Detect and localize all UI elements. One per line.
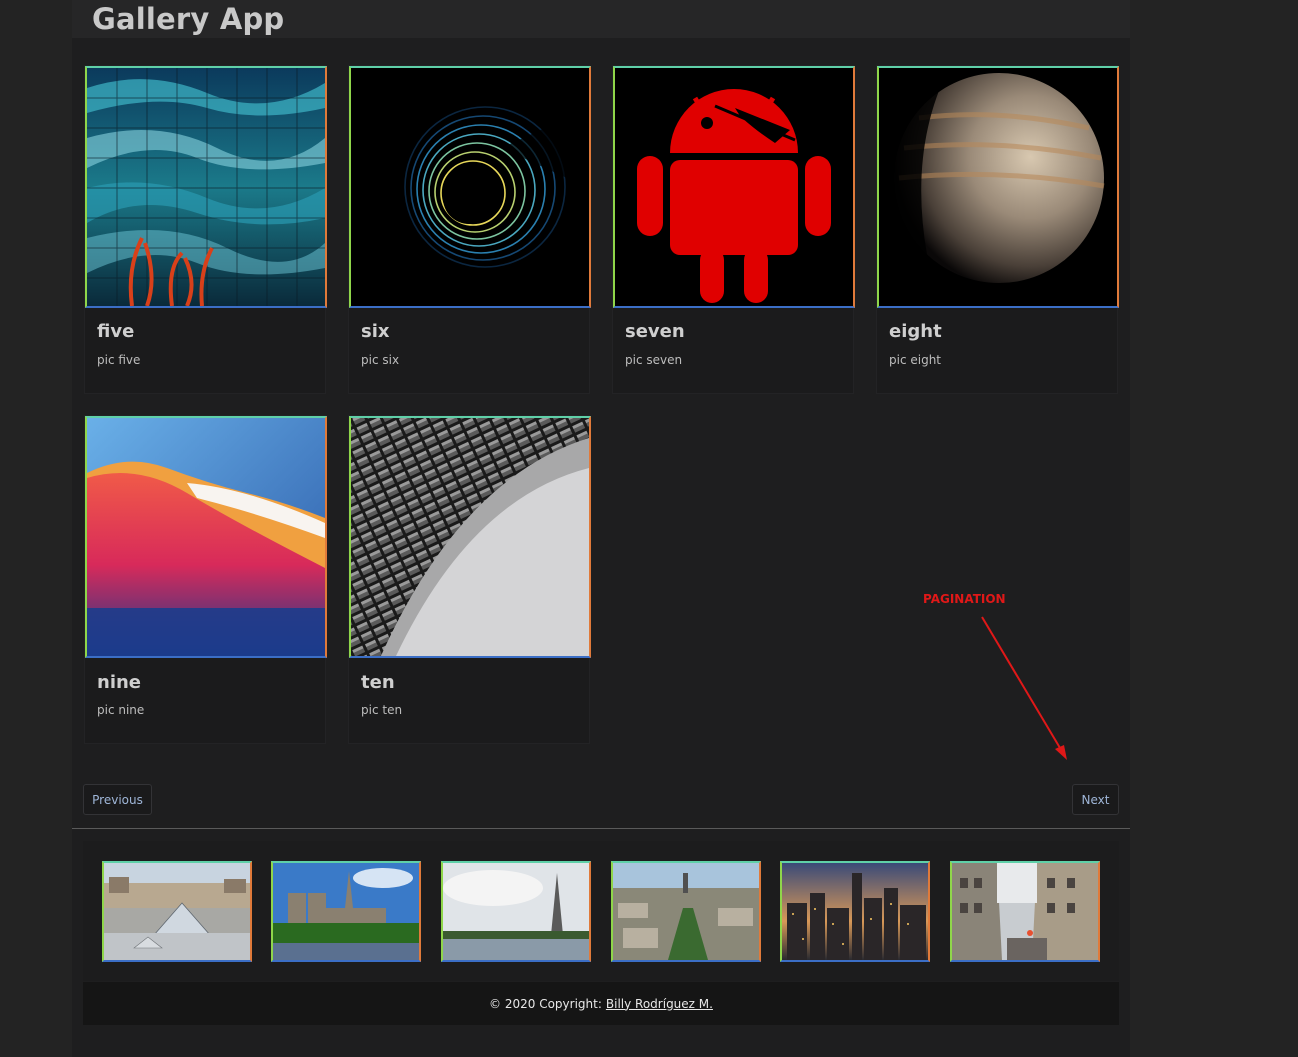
card-image-jupiter[interactable] [877, 66, 1119, 308]
gallery-card[interactable]: eight pic eight [876, 65, 1119, 394]
card-subtitle: pic six [361, 353, 400, 367]
card-subtitle: pic seven [625, 353, 683, 367]
louvre-pyramid-photo[interactable] [102, 861, 252, 962]
gallery-card[interactable]: six pic six [348, 65, 591, 394]
card-title: nine [97, 672, 142, 693]
card-title: ten [361, 672, 395, 693]
paris-street-photo[interactable] [950, 861, 1100, 962]
card-title: eight [889, 321, 942, 342]
card-subtitle: pic nine [97, 703, 145, 717]
card-image-android-pirate[interactable] [613, 66, 855, 308]
card-subtitle: pic eight [889, 353, 942, 367]
author-link[interactable]: Billy Rodríguez M. [606, 997, 713, 1011]
app-header: Gallery App [72, 0, 1130, 38]
app-title: Gallery App [92, 2, 285, 36]
notre-dame-photo[interactable] [271, 861, 421, 962]
card-image-abstract-glass[interactable] [85, 66, 327, 308]
gallery-card[interactable]: ten pic ten [348, 415, 591, 744]
copyright-text: © 2020 Copyright: [489, 996, 602, 1011]
eiffel-tower-photo[interactable] [441, 861, 591, 962]
divider [72, 828, 1130, 829]
card-title: six [361, 321, 390, 342]
card-subtitle: pic five [97, 353, 141, 367]
card-image-architecture[interactable] [349, 416, 591, 658]
card-title: seven [625, 321, 685, 342]
pagination-annotation-label: PAGINATION [923, 592, 1006, 606]
gallery-card[interactable]: five pic five [84, 65, 327, 394]
gallery-card[interactable]: nine pic nine [84, 415, 327, 744]
card-subtitle: pic ten [361, 703, 403, 717]
footer: © 2020 Copyright: Billy Rodríguez M. [83, 982, 1119, 1025]
city-skyline-dusk-photo[interactable] [780, 861, 930, 962]
card-image-big-sur-wallpaper[interactable] [85, 416, 327, 658]
next-button[interactable]: Next [1072, 784, 1119, 815]
paris-aerial-photo[interactable] [611, 861, 761, 962]
annotation-arrow-icon [981, 616, 1067, 760]
card-title: five [97, 321, 135, 342]
previous-button[interactable]: Previous [83, 784, 152, 815]
card-image-spiral[interactable] [349, 66, 591, 308]
gallery-card[interactable]: seven pic seven [612, 65, 855, 394]
